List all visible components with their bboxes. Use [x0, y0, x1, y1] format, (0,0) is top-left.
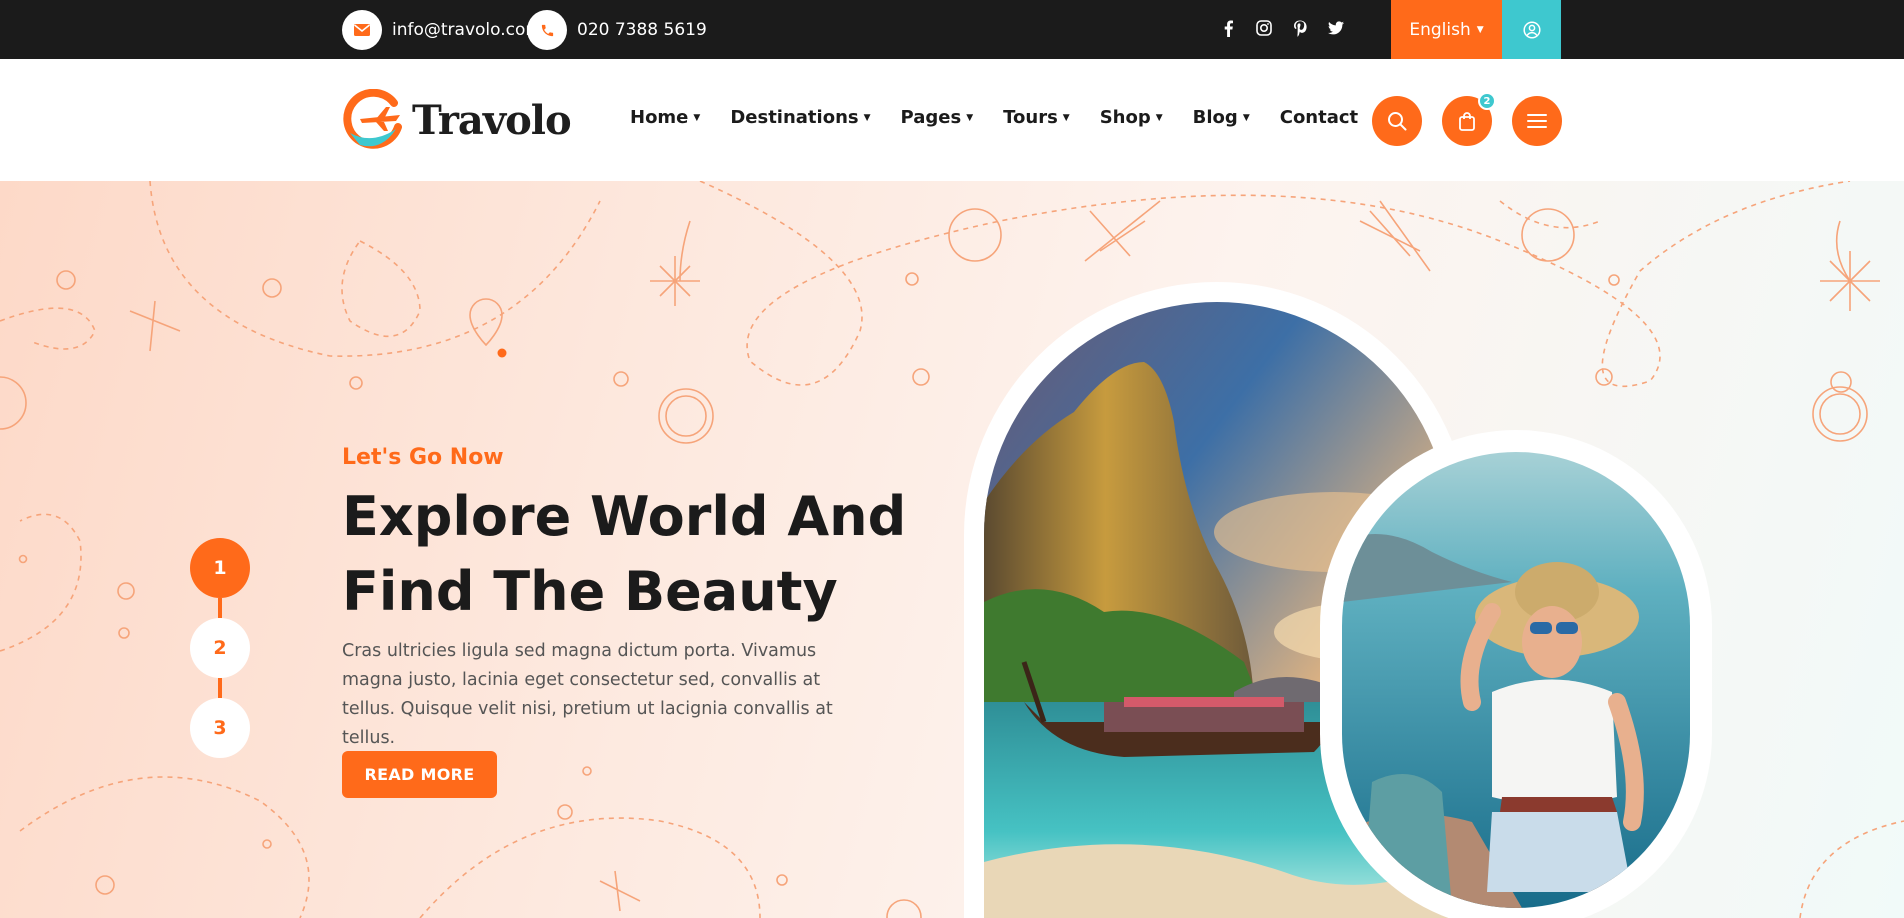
cart-button[interactable]: 2: [1442, 92, 1496, 146]
nav-destinations[interactable]: Destinations ▼: [730, 107, 870, 128]
nav-blog[interactable]: Blog ▼: [1193, 107, 1250, 128]
nav-label: Blog: [1192, 107, 1238, 128]
top-bar: info@travolo.com 020 7388 5619 English ▼: [0, 0, 1904, 59]
nav-home[interactable]: Home ▼: [630, 107, 700, 128]
chevron-down-icon: ▼: [1155, 112, 1163, 123]
chevron-down-icon: ▼: [863, 112, 871, 123]
slide-step-2[interactable]: 2: [190, 618, 250, 678]
twitter-icon[interactable]: [1328, 17, 1344, 39]
slide-step-3[interactable]: 3: [190, 698, 250, 758]
logo-icon: [343, 89, 402, 149]
main-header: Travolo Home ▼ Destinations ▼ Pages ▼ Tours…: [0, 59, 1904, 181]
nav-tours[interactable]: Tours ▼: [1003, 107, 1070, 128]
traveler-photo: [1342, 452, 1690, 908]
menu-icon: [1527, 114, 1547, 128]
menu-button[interactable]: [1512, 96, 1562, 146]
nav-label: Pages: [900, 107, 962, 128]
search-button[interactable]: [1372, 96, 1422, 146]
nav-label: Shop: [1099, 107, 1151, 128]
pinterest-icon[interactable]: [1292, 17, 1308, 39]
hero-section: Let's Go Now Explore World And Find The …: [0, 181, 1904, 918]
nav-contact[interactable]: Contact: [1280, 107, 1358, 128]
shopping-bag-icon: [1459, 112, 1475, 131]
step-connector: [218, 598, 222, 618]
envelope-icon: [342, 10, 382, 50]
headline-line-1: Explore World And: [342, 485, 907, 548]
phone-text[interactable]: 020 7388 5619: [577, 20, 707, 40]
main-nav: Home ▼ Destinations ▼ Pages ▼ Tours ▼ Shop ▼ …: [630, 107, 1358, 128]
site-logo[interactable]: Travolo: [342, 89, 572, 151]
chevron-down-icon: ▼: [693, 112, 701, 123]
nav-pages[interactable]: Pages ▼: [901, 107, 974, 128]
facebook-icon[interactable]: [1220, 17, 1236, 39]
user-icon: [1522, 20, 1541, 39]
phone-contact[interactable]: 020 7388 5619: [527, 10, 707, 50]
chevron-down-icon: ▼: [1062, 112, 1070, 123]
nav-shop[interactable]: Shop ▼: [1100, 107, 1163, 128]
language-label: English: [1409, 19, 1471, 40]
nav-label: Tours: [1003, 107, 1058, 128]
hero-description: Cras ultricies ligula sed magna dictum p…: [342, 641, 833, 748]
nav-label: Home: [630, 107, 689, 128]
caret-down-icon: ▼: [1476, 24, 1484, 35]
hero-image-traveler-frame: [1320, 430, 1712, 918]
headline-line-2: Find The Beauty: [342, 560, 838, 623]
step-connector: [218, 678, 222, 698]
chevron-down-icon: ▼: [1242, 112, 1250, 123]
hero-headline: Explore World And Find The Beauty: [342, 479, 942, 629]
logo-text: Travolo: [412, 96, 572, 144]
instagram-icon[interactable]: [1256, 17, 1272, 39]
nav-label: Destinations: [730, 107, 859, 128]
read-more-button[interactable]: READ MORE: [342, 751, 497, 798]
cart-count-badge: 2: [1478, 92, 1496, 110]
phone-icon: [527, 10, 567, 50]
social-links: [1220, 17, 1344, 39]
search-icon: [1388, 112, 1407, 131]
pin-dot: [497, 348, 507, 358]
hero-kicker: Let's Go Now: [342, 445, 504, 470]
user-account-button[interactable]: [1502, 0, 1561, 59]
slide-step-1[interactable]: 1: [190, 538, 250, 598]
nav-label: Contact: [1279, 107, 1359, 128]
email-contact[interactable]: info@travolo.com: [342, 10, 542, 50]
email-text[interactable]: info@travolo.com: [392, 20, 542, 40]
chevron-down-icon: ▼: [966, 112, 974, 123]
language-selector[interactable]: English ▼: [1391, 0, 1502, 59]
